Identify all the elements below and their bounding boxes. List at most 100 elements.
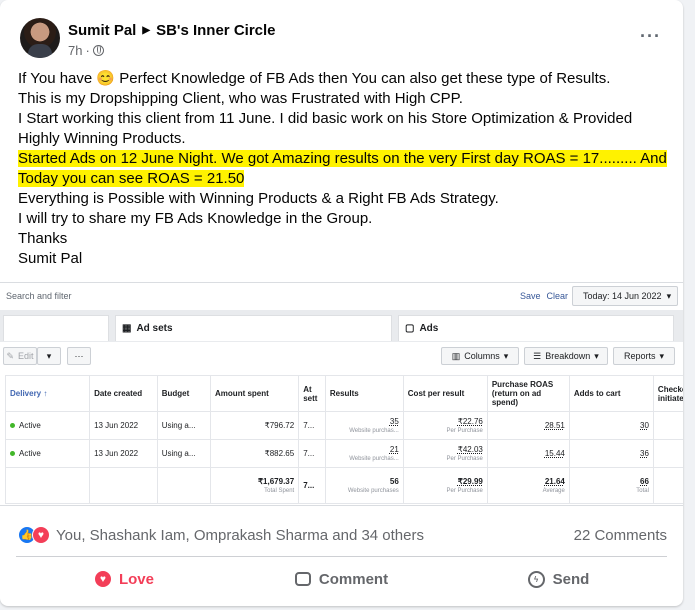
column-header: Budget [156,375,212,412]
checkout-cell [652,411,683,440]
post-time[interactable]: 7h [68,43,82,58]
comment-button[interactable]: Comment [233,560,450,598]
love-reaction-icon: ♥ [32,526,50,544]
clear-link: Clear [546,291,569,301]
roas-value: 28.51 [544,421,565,430]
grid-icon: ▦ [122,323,132,334]
cpr-cell: ₹42.03 Per Purchase [402,439,488,468]
save-clear-links: Save Clear [520,291,568,301]
roas-value: 15.44 [544,449,565,458]
active-status-dot [10,423,15,429]
total-cpr-cell: ₹29.99 Per Purchase [402,467,488,504]
author-avatar[interactable] [20,18,60,58]
cpr-sub: Per Purchase [446,428,483,434]
globe-icon [92,45,104,56]
checkout-cell [652,439,683,468]
breakdown-button: ☰ Breakdown ▾ [524,347,608,365]
breakdown-label: Breakdown [545,351,591,361]
roas-cell: 28.51 [486,411,570,440]
post-line: Everything is Possible with Winning Prod… [18,190,499,207]
edit-label: Edit [18,351,34,361]
total-results-value: 56 [389,477,399,486]
post-line: Sumit Pal [18,250,83,267]
separator-dot: · [85,43,90,58]
ads-table: Delivery ↑ Date created Budget Amount sp… [4,375,683,504]
column-header: Amount spent [210,375,300,412]
post-meta: 7h · [68,43,104,58]
total-roas-value: 21.64 [544,477,565,486]
delivery-status: Active [19,449,41,458]
total-results-sub: Website purchases [347,488,399,494]
columns-icon: ▥ [451,350,461,361]
table-row: Active 13 Jun 2022 Using a... ₹882.65 7.… [4,439,683,468]
edit-button: ✎ Edit [3,347,37,365]
love-button[interactable]: ♥ Love [16,560,233,598]
delivery-status: Active [19,421,41,430]
tab-ads: ▢ Ads [398,315,674,341]
total-cpr-value: ₹29.99 [457,477,483,486]
send-label: Send [552,570,590,588]
total-spent-cell: ₹1,679.37 Total Spent [210,467,300,504]
results-sub: Website purchas... [349,456,399,462]
post-header: Sumit Pal ▶ SB's Inner Circle [68,22,276,39]
total-atc-value: 66 [640,477,649,486]
columns-button: ▥ Columns ▾ [441,347,519,365]
attribution-cell: 7... [298,411,326,440]
chevron-down-icon: ▾ [594,350,599,361]
atc-cell: 36 [568,439,654,468]
comments-count-link[interactable]: 22 Comments [574,527,667,544]
results-cell: 21 Website purchas... [324,439,404,468]
total-atc-sub: Total [636,488,649,494]
edit-dropdown-button: ▾ [37,347,61,365]
post-line: I will try to share my FB Ads Knowledge … [18,210,373,227]
reactions-summary[interactable]: 👍 ♥ You, Shashank Iam, Omprakash Sharma … [18,526,424,544]
reports-button: Reports ▾ [613,347,675,365]
chevron-down-icon: ▾ [659,350,665,361]
chevron-down-icon: ▾ [666,290,672,301]
results-value: 35 [389,417,399,426]
comment-label: Comment [318,570,389,588]
roas-cell: 15.44 [486,439,570,468]
table-total-row: ₹1,679.37 Total Spent 7... 56 Website purc… [4,467,683,504]
spent-cell: ₹796.72 [210,411,300,440]
total-attribution-cell: 7... [298,467,326,504]
total-empty-cell [652,467,683,504]
table-header-row: Delivery ↑ Date created Budget Amount sp… [4,375,683,412]
results-value: 21 [389,445,399,454]
ads-manager-screenshot[interactable]: Search and filter Save Clear Today: 14 J… [0,282,683,506]
post-line: Thanks [18,230,68,247]
send-button[interactable]: ϟ Send [450,560,667,598]
more-label: ··· [74,351,84,361]
cpr-value: ₹22.76 [457,417,483,426]
total-spent-value: ₹1,679.37 [257,477,295,486]
post-line: I Start working this client from 11 June… [18,110,633,127]
total-roas-sub: Average [542,488,565,494]
column-header: Purchase ROAS (return on ad spend) [486,375,570,412]
divider [16,556,667,557]
date-cell: 13 Jun 2022 [89,439,158,468]
breakdown-icon: ☰ [533,350,542,361]
total-empty-cell [89,467,158,504]
tab-label: Ad sets [136,323,173,334]
total-cpr-sub: Per Purchase [446,488,483,494]
post-actions: ♥ Love Comment ϟ Send [16,560,667,598]
cpr-cell: ₹22.76 Per Purchase [402,411,488,440]
reports-label: Reports [623,351,656,361]
group-name[interactable]: SB's Inner Circle [156,22,275,39]
column-header: Results [324,375,404,412]
tab-label: Ads [419,323,439,334]
author-name[interactable]: Sumit Pal [68,22,136,39]
total-empty-cell [4,467,91,504]
total-empty-cell [156,467,212,504]
budget-cell: Using a... [156,411,212,440]
reactions-text: You, Shashank Iam, Omprakash Sharma and … [56,526,424,544]
post-line: This is my Dropshipping Client, who was … [18,90,463,107]
heart-icon: ♥ [94,571,111,587]
post-line: Highly Winning Products. [18,130,186,147]
more-options-icon[interactable]: ··· [640,26,661,47]
total-results-cell: 56 Website purchases [324,467,404,504]
date-label: Today: 14 Jun 2022 [583,291,662,301]
date-cell: 13 Jun 2022 [89,411,158,440]
cpr-value: ₹42.03 [457,445,483,454]
date-range-button: Today: 14 Jun 2022 ▾ [572,286,678,306]
